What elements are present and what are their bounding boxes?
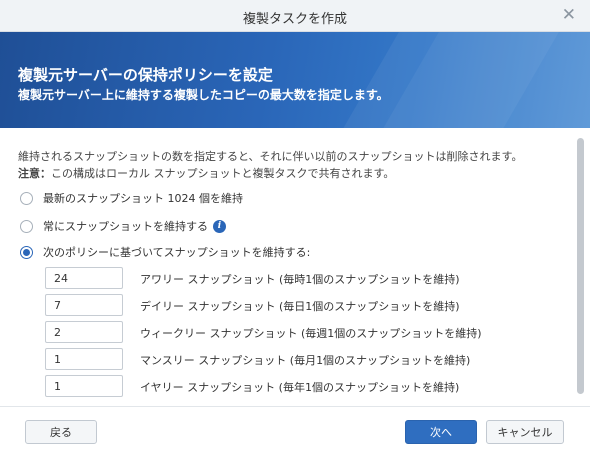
option-always-label: 常にスナップショットを維持する xyxy=(43,220,208,233)
option-always[interactable]: 常にスナップショットを維持する i xyxy=(20,218,226,234)
daily-label: デイリー スナップショット (毎日1個のスナップショットを維持) xyxy=(140,300,460,313)
yearly-count-input[interactable] xyxy=(45,375,123,397)
back-button[interactable]: 戻る xyxy=(25,420,97,444)
note-text: この構成はローカル スナップショットと複製タスクで共有されます。 xyxy=(51,167,395,180)
option-latest[interactable]: 最新のスナップショット 1024 個を維持 xyxy=(20,190,243,206)
banner-title: 複製元サーバーの保持ポリシーを設定 xyxy=(18,66,273,84)
radio-latest[interactable] xyxy=(20,191,33,205)
radio-policy[interactable] xyxy=(20,245,33,259)
info-icon[interactable]: i xyxy=(213,219,226,233)
title-bar: 複製タスクを作成 ✕ xyxy=(0,0,590,32)
content-area: 維持されるスナップショットの数を指定すると、それに伴い以前のスナップショットは削… xyxy=(0,128,574,406)
close-icon[interactable]: ✕ xyxy=(562,5,576,25)
description-text: 維持されるスナップショットの数を指定すると、それに伴い以前のスナップショットは削… xyxy=(18,150,523,163)
monthly-count-input[interactable] xyxy=(45,348,123,370)
yearly-label: イヤリー スナップショット (毎年1個のスナップショットを維持) xyxy=(140,381,460,394)
weekly-count-input[interactable] xyxy=(45,321,123,343)
banner-subtitle: 複製元サーバー上に維持する複製したコピーの最大数を指定します。 xyxy=(18,88,389,102)
scrollbar-thumb[interactable] xyxy=(577,138,584,394)
radio-always[interactable] xyxy=(20,219,33,233)
footer: 戻る 次へ キャンセル xyxy=(0,406,590,452)
note-line: 注意：この構成はローカル スナップショットと複製タスクで共有されます。 xyxy=(18,165,394,181)
next-button[interactable]: 次へ xyxy=(405,420,477,444)
daily-count-input[interactable] xyxy=(45,294,123,316)
cancel-button[interactable]: キャンセル xyxy=(486,420,564,444)
hourly-count-input[interactable] xyxy=(45,267,123,289)
vertical-scrollbar[interactable] xyxy=(574,128,590,406)
weekly-label: ウィークリー スナップショット (毎週1個のスナップショットを維持) xyxy=(140,327,482,340)
header-banner: 複製元サーバーの保持ポリシーを設定 複製元サーバー上に維持する複製したコピーの最… xyxy=(0,32,590,128)
option-policy-label: 次のポリシーに基づいてスナップショットを維持する: xyxy=(43,246,311,259)
monthly-label: マンスリー スナップショット (毎月1個のスナップショットを維持) xyxy=(140,354,471,367)
note-prefix: 注意： xyxy=(18,167,51,180)
hourly-label: アワリー スナップショット (毎時1個のスナップショットを維持) xyxy=(140,273,460,286)
option-policy[interactable]: 次のポリシーに基づいてスナップショットを維持する: xyxy=(20,244,310,260)
option-latest-label: 最新のスナップショット 1024 個を維持 xyxy=(43,192,243,205)
window-title: 複製タスクを作成 xyxy=(242,12,347,27)
